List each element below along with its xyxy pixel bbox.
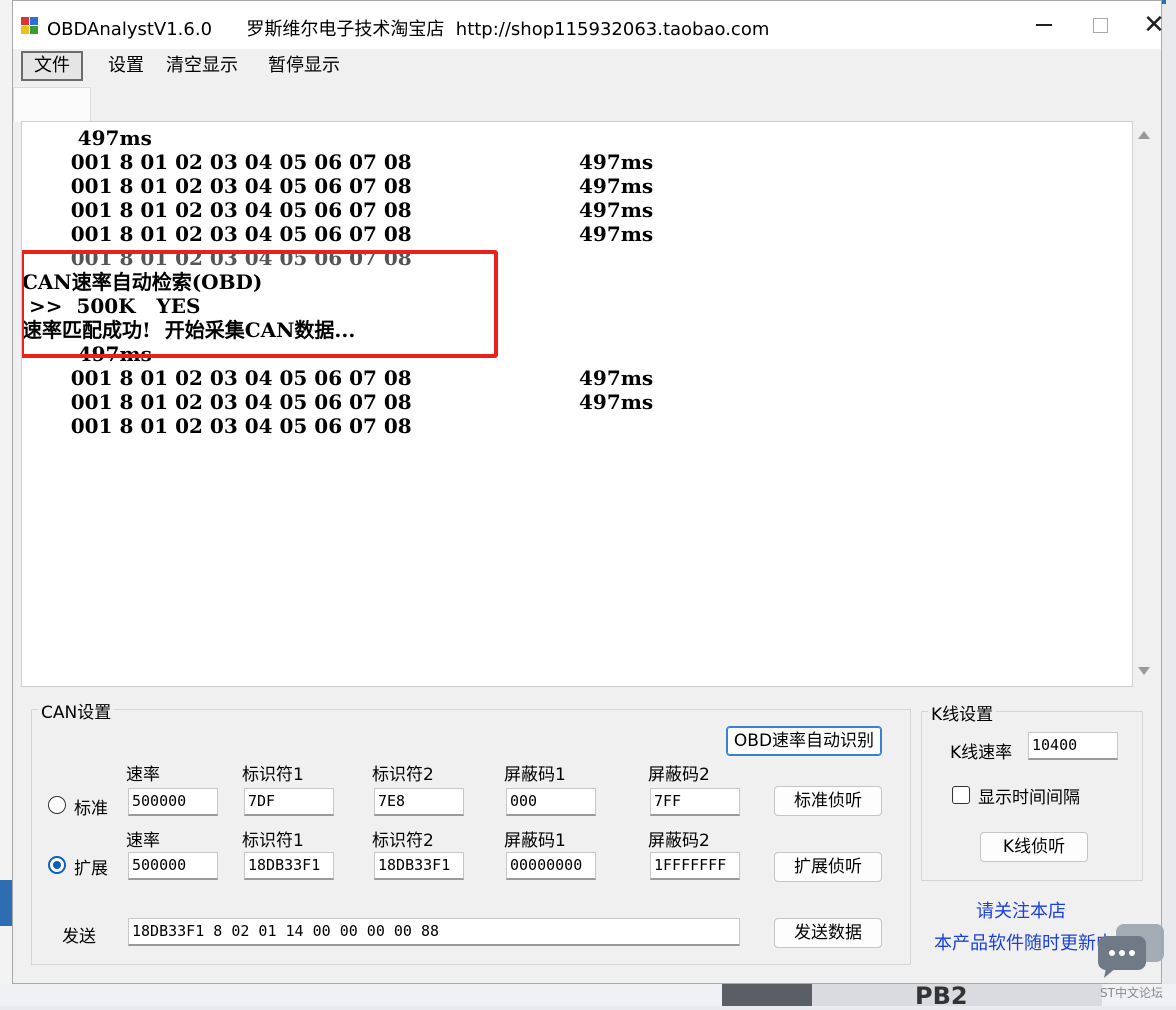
close-button[interactable]: ✕	[1131, 7, 1176, 43]
menu-pause-display[interactable]: 暂停显示	[257, 51, 351, 81]
kline-settings-title: K线设置	[928, 700, 997, 725]
log-timestamp: 497ms	[579, 174, 654, 198]
standard-rate-field[interactable]: 500000	[128, 788, 218, 816]
output-log[interactable]: 497ms 001 8 01 02 03 04 05 06 07 08 001 …	[21, 121, 1133, 687]
extended-mask2-field[interactable]: 1FFFFFFF	[650, 852, 740, 880]
menu-file[interactable]: 文件	[21, 51, 83, 81]
rate-label: 速率	[126, 831, 160, 851]
extended-id1-field[interactable]: 18DB33F1	[244, 852, 334, 880]
extended-label: 扩展	[74, 859, 108, 879]
standard-radio[interactable]	[48, 796, 66, 814]
log-line: 001 8 01 02 03 04 05 06 07 08	[22, 414, 412, 438]
id2-label: 标识符2	[372, 765, 434, 785]
show-interval-label: 显示时间间隔	[978, 788, 1080, 808]
maximize-icon	[1092, 17, 1108, 33]
send-data-field[interactable]: 18DB33F1 8 02 01 14 00 00 00 00 88	[128, 918, 740, 946]
show-interval-checkbox[interactable]	[952, 786, 970, 804]
window-title: OBDAnalystV1.6.0 罗斯维尔电子技术淘宝店 http://shop…	[47, 19, 770, 40]
kline-rate-field[interactable]: 10400	[1028, 732, 1118, 760]
kline-rate-label: K线速率	[950, 743, 1013, 763]
background-left-strip	[0, 0, 12, 1006]
log-line: 001 8 01 02 03 04 05 06 07 08	[22, 390, 412, 414]
mask2-label: 屏蔽码2	[648, 765, 710, 785]
tab-output[interactable]	[13, 87, 91, 122]
background-bottom-dark	[722, 984, 812, 1006]
log-timestamp: 497ms	[579, 366, 654, 390]
id1-label: 标识符1	[242, 831, 304, 851]
standard-mask2-field[interactable]: 7FF	[650, 788, 740, 816]
chat-bubble-icon[interactable]	[1096, 924, 1166, 980]
can-settings-title: CAN设置	[38, 698, 115, 723]
id1-label: 标识符1	[242, 765, 304, 785]
log-line: 001 8 01 02 03 04 05 06 07 08	[22, 366, 412, 390]
log-line: 497ms	[22, 126, 152, 150]
scroll-up-icon[interactable]	[1138, 131, 1150, 139]
log-timestamp: 497ms	[579, 222, 654, 246]
standard-id1-field[interactable]: 7DF	[244, 788, 334, 816]
kline-settings-group: K线设置 K线速率 10400 显示时间间隔 K线侦听	[921, 700, 1143, 881]
standard-id2-field[interactable]: 7E8	[374, 788, 464, 816]
log-line: 001 8 01 02 03 04 05 06 07 08	[22, 150, 412, 174]
menu-settings[interactable]: 设置	[97, 51, 155, 81]
extended-mask1-field[interactable]: 00000000	[506, 852, 596, 880]
can-settings-group: CAN设置 OBD速率自动识别 速率 标识符1 标识符2 屏蔽码1 屏蔽码2 标…	[31, 698, 911, 965]
send-label: 发送	[62, 927, 96, 947]
log-line: 001 8 01 02 03 04 05 06 07 08	[22, 222, 412, 246]
minimize-button[interactable]	[1021, 7, 1067, 43]
scroll-down-icon[interactable]	[1138, 667, 1150, 675]
rate-label: 速率	[126, 765, 160, 785]
output-scrollbar[interactable]	[1133, 121, 1155, 685]
standard-listen-button[interactable]: 标准侦听	[774, 786, 882, 816]
mask1-label: 屏蔽码1	[504, 765, 566, 785]
maximize-button[interactable]	[1077, 7, 1123, 43]
watermark-text: ST中文论坛	[1100, 986, 1163, 1000]
menu-bar: 文件 设置 清空显示 暂停显示	[13, 49, 1161, 83]
menu-clear-display[interactable]: 清空显示	[155, 51, 249, 81]
highlight-box	[22, 250, 498, 358]
mask2-label: 屏蔽码2	[648, 831, 710, 851]
log-timestamp: 497ms	[579, 150, 654, 174]
log-timestamp: 497ms	[579, 198, 654, 222]
software-updates-link[interactable]: 本产品软件随时更新中	[934, 929, 1114, 955]
id2-label: 标识符2	[372, 831, 434, 851]
send-data-button[interactable]: 发送数据	[774, 918, 882, 948]
app-window: OBDAnalystV1.6.0 罗斯维尔电子技术淘宝店 http://shop…	[12, 0, 1165, 984]
standard-mask1-field[interactable]: 000	[506, 788, 596, 816]
background-left-accent	[0, 880, 12, 926]
mask1-label: 屏蔽码1	[504, 831, 566, 851]
standard-label: 标准	[74, 799, 108, 819]
log-line: 001 8 01 02 03 04 05 06 07 08	[22, 174, 412, 198]
extended-id2-field[interactable]: 18DB33F1	[374, 852, 464, 880]
extended-rate-field[interactable]: 500000	[128, 852, 218, 880]
kline-listen-button[interactable]: K线侦听	[980, 832, 1088, 862]
log-timestamp: 497ms	[579, 390, 654, 414]
log-line: 001 8 01 02 03 04 05 06 07 08	[22, 198, 412, 222]
minimize-icon	[1036, 24, 1052, 26]
app-icon	[21, 17, 39, 35]
extended-radio[interactable]	[48, 856, 66, 874]
follow-store-link[interactable]: 请关注本店	[976, 897, 1066, 923]
obd-auto-detect-button[interactable]: OBD速率自动识别	[726, 726, 882, 756]
extended-listen-button[interactable]: 扩展侦听	[774, 852, 882, 882]
title-bar[interactable]: OBDAnalystV1.6.0 罗斯维尔电子技术淘宝店 http://shop…	[13, 1, 1165, 49]
close-icon: ✕	[1143, 10, 1165, 40]
